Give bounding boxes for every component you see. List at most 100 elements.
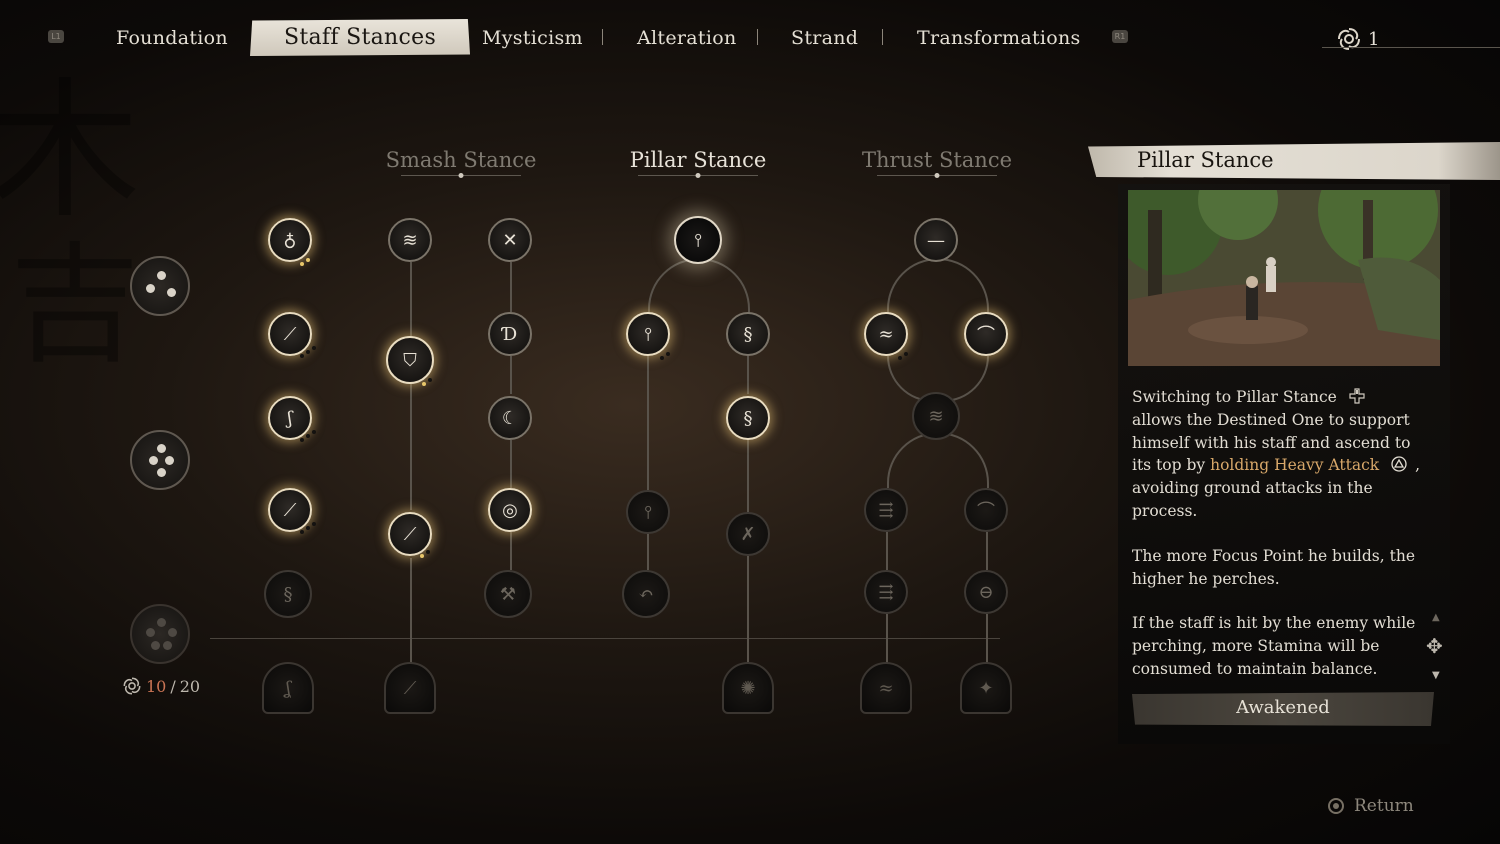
whirl-icon: § — [743, 323, 753, 345]
currency-underline — [1322, 47, 1500, 48]
staff-icon: ⟋ — [403, 677, 417, 699]
tab-strand[interactable]: Strand — [791, 24, 858, 52]
upgrade-pips — [300, 258, 314, 266]
skill-node-thrust-rush[interactable]: ⇶ — [864, 488, 908, 532]
tab-mysticism[interactable]: Mysticism — [482, 24, 583, 52]
skill-node-root-1[interactable]: ʆ — [262, 662, 314, 714]
forest-scene — [1128, 190, 1440, 366]
tab-alteration[interactable]: Alteration — [637, 24, 736, 52]
skill-node-pillar-swirl[interactable]: § — [726, 312, 770, 356]
circle-button-icon — [1328, 798, 1344, 814]
skill-node-thrust-root-2[interactable]: ✦ — [960, 662, 1012, 714]
sweep-icon: ⌒ — [977, 501, 995, 522]
skill-node-focus-drop[interactable]: ♁ — [268, 218, 312, 262]
thrust-stance-heading[interactable]: Thrust Stance — [847, 148, 1027, 178]
skill-node-serpent[interactable]: § — [264, 570, 312, 618]
staff-icon: ⟋ — [403, 523, 417, 545]
skill-node-pillar-hook[interactable]: ↶ — [622, 570, 670, 618]
heading-dot — [934, 173, 940, 178]
tab-transformations[interactable]: Transformations — [917, 24, 1081, 52]
skill-status-badge: Awakened — [1132, 692, 1434, 726]
hammer-icon: ⚒ — [499, 583, 517, 605]
skill-node-smash-cross[interactable]: ✕ — [488, 218, 532, 262]
spiral-icon: ʆ — [285, 677, 291, 699]
skill-node-thrust-ring[interactable]: ⊖ — [964, 570, 1008, 614]
skill-node-smash-gourd[interactable]: ◎ — [488, 488, 532, 532]
connector-line — [886, 614, 888, 666]
spin-icon: Ɗ — [502, 323, 518, 345]
focus-slot-locked[interactable] — [130, 604, 190, 664]
skill-points-counter: 10 / 20 — [122, 676, 200, 696]
skill-node-thrust-gale[interactable]: ≋ — [912, 392, 960, 440]
pillar-stance-heading[interactable]: Pillar Stance — [608, 148, 788, 178]
skill-node-thrust-root-1[interactable]: ≈ — [860, 662, 912, 714]
tree-baseline — [210, 638, 1000, 639]
tab-staff-stances[interactable]: Staff Stances — [250, 19, 471, 56]
panel-title: Pillar Stance — [1137, 148, 1274, 172]
hook-icon: ↶ — [638, 583, 654, 605]
description-scroll-indicator[interactable]: ▲ ✥ ▼ — [1426, 612, 1448, 684]
heavy-attack-highlight: holding Heavy Attack — [1210, 456, 1380, 475]
skill-node-pillar-root[interactable]: ✺ — [722, 662, 774, 714]
connector-arc — [887, 258, 989, 314]
skill-node-smash-hammer[interactable]: ⚒ — [484, 570, 532, 618]
dash-icon: ⌒ — [977, 325, 995, 346]
hook-icon: ʃ — [287, 407, 293, 429]
connector-line — [410, 262, 412, 346]
skill-node-smash-root[interactable]: ⟋ — [384, 662, 436, 714]
pillar-icon: ⫯ — [644, 323, 652, 345]
l1-shoulder-icon[interactable]: L1 — [48, 30, 64, 43]
ring-icon: ⊖ — [978, 581, 994, 603]
focus-slot-4[interactable] — [130, 430, 190, 490]
spark-currency: 1 — [1336, 26, 1379, 52]
wave-icon: ≈ — [878, 677, 894, 699]
description-text: Switching to Pillar Stance — [1132, 388, 1337, 406]
skill-node-thrust-stance[interactable]: — — [914, 218, 958, 262]
r1-shoulder-icon[interactable]: R1 — [1112, 30, 1128, 43]
smash-stance-label: Smash Stance — [385, 148, 537, 172]
spark-swirl-icon — [123, 677, 141, 695]
connector-arc — [887, 432, 989, 488]
gourd-icon: ◎ — [502, 499, 518, 521]
skill-node-thrust-feather[interactable]: ⇶ — [864, 570, 908, 614]
points-separator: / — [170, 676, 176, 696]
skill-node-smash-guard[interactable]: ⛉ — [386, 336, 434, 384]
skill-node-pillar-perch[interactable]: ⫯ — [626, 312, 670, 356]
connector-line — [510, 532, 512, 570]
heading-dot — [695, 173, 701, 178]
connector-arc — [648, 258, 750, 314]
return-button[interactable]: Return — [1328, 796, 1414, 816]
connector-line — [986, 532, 988, 570]
connector-line — [647, 356, 649, 490]
connector-line — [410, 384, 412, 510]
whirl-icon: § — [743, 407, 753, 429]
pillar-stance-label: Pillar Stance — [629, 148, 767, 172]
skill-node-pillar-vortex[interactable]: § — [726, 396, 770, 440]
tab-separator — [757, 29, 758, 45]
focus-slot-3[interactable] — [130, 256, 190, 316]
points-current: 10 — [146, 676, 167, 696]
skill-node-pillar-leap[interactable]: ⫯ — [626, 490, 670, 534]
skill-node-thrust-sweep[interactable]: ⌒ — [964, 488, 1008, 532]
rush-icon: ⇶ — [878, 499, 894, 521]
gale-icon: ≋ — [928, 405, 944, 427]
upgrade-pips — [660, 352, 674, 360]
tab-foundation[interactable]: Foundation — [116, 24, 228, 52]
skill-node-thrust-dash[interactable]: ⌒ — [964, 312, 1008, 356]
staff-icon: ⟋ — [283, 499, 297, 521]
serpent-icon: § — [283, 583, 293, 605]
smash-stance-heading[interactable]: Smash Stance — [371, 148, 551, 178]
skill-node-pillar-stance[interactable]: ⫯ — [674, 216, 722, 264]
return-label: Return — [1354, 796, 1414, 816]
skill-node-smash-spin[interactable]: Ɗ — [488, 312, 532, 356]
droplet-icon: ♁ — [283, 229, 297, 251]
thrust-stance-label: Thrust Stance — [861, 148, 1013, 172]
skill-node-smash-crescent[interactable]: ☾ — [488, 396, 532, 440]
skill-node-smash-wind[interactable]: ≋ — [388, 218, 432, 262]
spark-swirl-icon — [1338, 28, 1360, 50]
panel-title-banner: Pillar Stance — [1088, 142, 1500, 180]
shield-icon: ⛉ — [403, 349, 417, 371]
skill-node-thrust-wave[interactable]: ≈ — [864, 312, 908, 356]
connector-line — [510, 440, 512, 488]
skill-node-pillar-slash[interactable]: ✗ — [726, 512, 770, 556]
